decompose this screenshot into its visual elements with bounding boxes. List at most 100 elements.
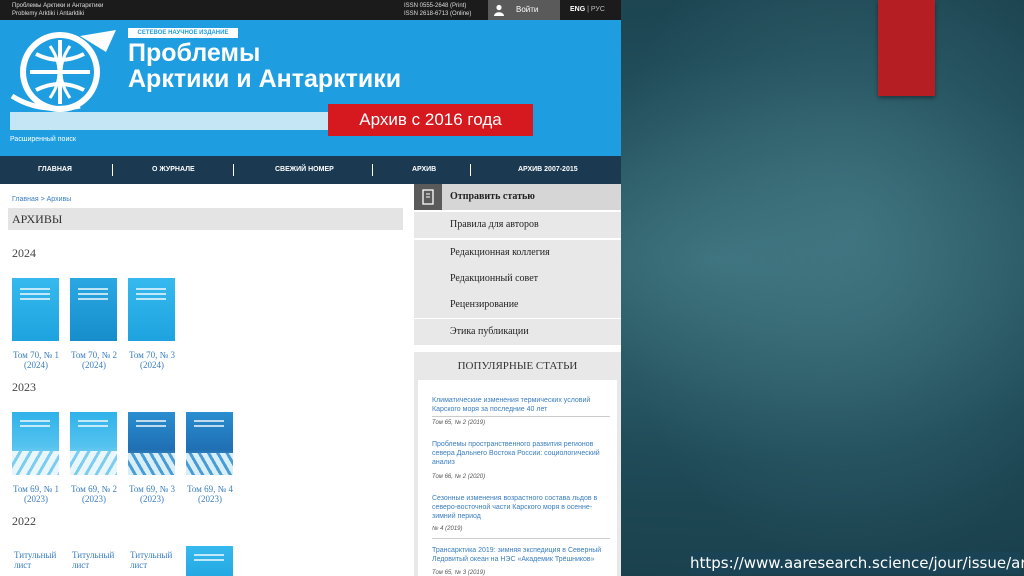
red-accent-bar bbox=[878, 0, 935, 96]
issue-link[interactable]: Том 69, № 3 (2023) bbox=[120, 484, 184, 504]
cover-title-line bbox=[194, 559, 224, 561]
year-heading-2024: 2024 bbox=[12, 246, 36, 260]
language-switcher: ENG | РУС bbox=[570, 0, 605, 20]
cover-title-line bbox=[194, 425, 224, 427]
cover-title-line bbox=[136, 425, 166, 427]
popular-article-link[interactable]: Проблемы пространственного развития реги… bbox=[432, 440, 607, 467]
sidebar-item-label: Рецензирование bbox=[450, 299, 519, 310]
cover-title-line bbox=[136, 298, 166, 300]
cover-title-line bbox=[78, 425, 108, 427]
issue-cover[interactable] bbox=[70, 278, 117, 341]
sidebar-item-label: Редакционная коллегия bbox=[450, 247, 550, 258]
issue-link[interactable]: Том 69, № 2 (2023) bbox=[62, 484, 126, 504]
divider bbox=[432, 538, 610, 539]
sidebar-item-label: Отправить статью bbox=[450, 191, 535, 202]
title-page-link[interactable]: Титульный лист bbox=[14, 550, 64, 570]
login-label: Войти bbox=[516, 5, 539, 14]
nav-divider bbox=[112, 164, 113, 176]
main-nav: ГЛАВНАЯ О ЖУРНАЛЕ СВЕЖИЙ НОМЕР АРХИВ АРХ… bbox=[0, 156, 621, 184]
page-title: АРХИВЫ bbox=[8, 208, 403, 230]
ice-floe-graphic bbox=[70, 451, 117, 475]
divider bbox=[432, 416, 610, 417]
sidebar-item-editorial-board[interactable]: Редакционная коллегия bbox=[414, 240, 621, 266]
site-title-line1: Проблемы bbox=[128, 39, 261, 67]
cover-title-line bbox=[20, 425, 50, 427]
issue-cover[interactable] bbox=[70, 412, 117, 475]
breadcrumb[interactable]: Главная > Архивы bbox=[12, 196, 71, 203]
issue-cover[interactable] bbox=[12, 278, 59, 341]
archive-url: https://www.aaresearch.science/jour/issu… bbox=[690, 552, 1024, 574]
sidebar-item-submit[interactable]: Отправить статью bbox=[414, 184, 621, 210]
site-title-line2: Арктики и Антарктики bbox=[128, 65, 402, 93]
title-page-link[interactable]: Титульный лист bbox=[130, 550, 180, 570]
cover-title-line bbox=[136, 293, 166, 295]
issue-cover[interactable] bbox=[186, 546, 233, 576]
nav-divider bbox=[372, 164, 373, 176]
popular-article-meta: Том 65, № 2 (2019) bbox=[432, 420, 486, 426]
user-icon bbox=[494, 4, 504, 16]
cover-title-line bbox=[194, 554, 224, 556]
tagline: СЕТЕВОЕ НАУЧНОЕ ИЗДАНИЕ bbox=[128, 28, 238, 38]
cover-title-line bbox=[136, 420, 166, 422]
globe-logo-icon[interactable] bbox=[10, 26, 118, 116]
lang-en-link[interactable]: ENG bbox=[570, 6, 585, 13]
ice-floe-graphic bbox=[128, 453, 175, 475]
cover-title-line bbox=[20, 420, 50, 422]
slide-background bbox=[604, 0, 1024, 576]
title-page-link[interactable]: Титульный лист bbox=[72, 550, 122, 570]
cover-title-line bbox=[78, 293, 108, 295]
search-input[interactable] bbox=[10, 112, 375, 130]
popular-articles-heading: ПОПУЛЯРНЫЕ СТАТЬИ bbox=[414, 352, 621, 380]
cover-title-line bbox=[20, 288, 50, 290]
popular-article-link[interactable]: Сезонные изменения возрастного состава л… bbox=[432, 494, 607, 521]
popular-article-link[interactable]: Трансарктика 2019: зимняя экспедиция в С… bbox=[432, 546, 607, 564]
year-heading-2023: 2023 bbox=[12, 380, 36, 394]
issue-cover[interactable] bbox=[12, 412, 59, 475]
nav-home[interactable]: ГЛАВНАЯ bbox=[38, 156, 72, 184]
sidebar-item-author-rules[interactable]: Правила для авторов bbox=[414, 212, 621, 238]
website-screenshot: Проблемы Арктики и Антарктики Problemy A… bbox=[0, 0, 621, 576]
ice-floe-graphic bbox=[12, 451, 59, 475]
journal-name-en: Problemy Arktiki i Antarktiki bbox=[12, 11, 85, 17]
advanced-search-link[interactable]: Расширенный поиск bbox=[10, 136, 76, 143]
nav-archive-2007-2015[interactable]: АРХИВ 2007-2015 bbox=[518, 156, 578, 184]
top-bar: Проблемы Арктики и Антарктики Problemy A… bbox=[0, 0, 621, 20]
lang-ru-link[interactable]: РУС bbox=[591, 6, 605, 13]
nav-about[interactable]: О ЖУРНАЛЕ bbox=[152, 156, 195, 184]
sidebar-item-editorial-council[interactable]: Редакционный совет bbox=[414, 266, 621, 292]
sidebar-item-label: Этика публикации bbox=[450, 326, 529, 337]
issue-link[interactable]: Том 69, № 1 (2023) bbox=[4, 484, 68, 504]
issue-link[interactable]: Том 70, № 2 (2024) bbox=[62, 350, 126, 370]
issue-link[interactable]: Том 70, № 3 (2024) bbox=[120, 350, 184, 370]
nav-current-issue[interactable]: СВЕЖИЙ НОМЕР bbox=[275, 156, 334, 184]
cover-title-line bbox=[78, 288, 108, 290]
cover-title-line bbox=[78, 420, 108, 422]
issn-online: ISSN 2618-6713 (Online) bbox=[404, 11, 472, 17]
journal-name-ru: Проблемы Арктики и Антарктики bbox=[12, 3, 104, 9]
nav-divider bbox=[470, 164, 471, 176]
journal-names: Проблемы Арктики и Антарктики Problemy A… bbox=[12, 2, 103, 18]
login-button[interactable]: Войти bbox=[488, 0, 560, 20]
issue-cover[interactable] bbox=[186, 412, 233, 475]
cover-title-line bbox=[136, 288, 166, 290]
issue-cover[interactable] bbox=[128, 278, 175, 341]
sidebar-item-label: Правила для авторов bbox=[450, 219, 539, 230]
popular-article-meta: № 4 (2019) bbox=[432, 526, 463, 532]
issue-link[interactable]: Том 70, № 1 (2024) bbox=[4, 350, 68, 370]
ice-floe-graphic bbox=[186, 453, 233, 475]
cover-title-line bbox=[78, 298, 108, 300]
issue-link[interactable]: Том 69, № 4 (2023) bbox=[178, 484, 242, 504]
document-icon bbox=[414, 184, 442, 210]
sidebar-item-ethics[interactable]: Этика публикации bbox=[414, 319, 621, 345]
popular-article-meta: Том 65, № 3 (2019) bbox=[432, 570, 486, 576]
popular-articles-list: Климатические изменения термических усло… bbox=[414, 380, 621, 576]
cover-title-line bbox=[194, 420, 224, 422]
cover-title-line bbox=[20, 298, 50, 300]
issue-cover[interactable] bbox=[128, 412, 175, 475]
sidebar-item-peer-review[interactable]: Рецензирование bbox=[414, 292, 621, 318]
lang-separator: | bbox=[587, 6, 589, 13]
issn-print: ISSN 0555-2648 (Print) bbox=[404, 3, 467, 9]
nav-archive[interactable]: АРХИВ bbox=[412, 156, 436, 184]
popular-article-link[interactable]: Климатические изменения термических усло… bbox=[432, 396, 607, 414]
popular-article-meta: Том 66, № 2 (2020) bbox=[432, 474, 486, 480]
